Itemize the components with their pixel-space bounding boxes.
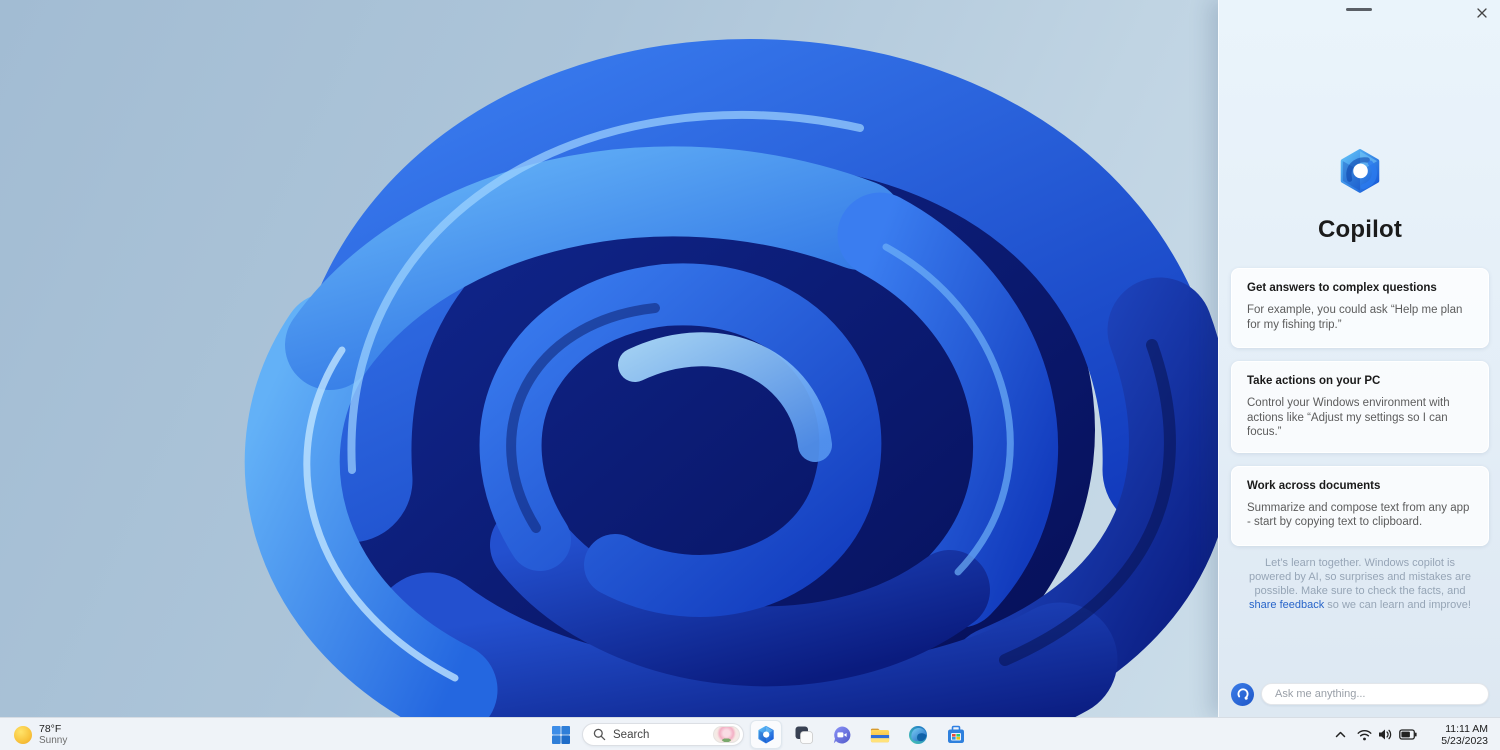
chat-icon [833, 726, 851, 743]
chevron-up-icon [1335, 731, 1345, 738]
card-work-documents[interactable]: Work across documents Summarize and comp… [1231, 465, 1489, 546]
card-body: Summarize and compose text from any app … [1247, 501, 1470, 529]
share-feedback-link[interactable]: share feedback [1249, 599, 1324, 611]
edge-icon [909, 725, 927, 744]
clock-widget[interactable]: 11:11 AM 5/23/2023 [1422, 720, 1496, 749]
card-title: Work across documents [1247, 479, 1381, 492]
copilot-taskbar-icon [758, 725, 774, 743]
task-view-button[interactable] [788, 720, 820, 749]
copilot-branding: Copilot [1219, 145, 1500, 244]
chat-input-row [1231, 682, 1489, 706]
chat-input[interactable] [1261, 683, 1489, 705]
file-explorer-icon [870, 728, 890, 742]
taskbar-center-group: Search [546, 720, 972, 749]
edge-button[interactable] [902, 720, 934, 749]
tray-overflow-button[interactable] [1328, 720, 1352, 749]
chat-button[interactable] [826, 720, 858, 749]
search-box[interactable]: Search [582, 723, 744, 746]
desktop: Copilot Get answers to complex questions… [0, 0, 1500, 750]
copilot-chat-icon [1231, 682, 1254, 706]
taskbar-copilot-button[interactable] [750, 720, 782, 749]
disclaimer-text: Let’s learn together. Windows copilot is… [1244, 556, 1476, 612]
copilot-ring-icon [1237, 688, 1248, 700]
card-title: Take actions on your PC [1247, 375, 1381, 387]
windows-start-icon [552, 725, 570, 744]
copilot-panel: Copilot Get answers to complex questions… [1218, 0, 1500, 717]
volume-icon [1379, 729, 1392, 740]
bloom-wallpaper-art [244, 39, 1218, 717]
taskbar: 78°F Sunny Search 11:11 AM 5/23/2023 [0, 717, 1500, 750]
suggestion-cards: Get answers to complex questions For exa… [1231, 268, 1489, 546]
system-tray: 11:11 AM 5/23/2023 [1328, 720, 1496, 749]
weather-widget[interactable]: 78°F Sunny [6, 720, 75, 749]
panel-drag-handle[interactable] [1346, 8, 1372, 11]
wifi-icon [1357, 729, 1372, 740]
file-explorer-button[interactable] [864, 720, 896, 749]
panel-title: Copilot [1317, 216, 1403, 243]
card-body: Control your Windows environment with ac… [1247, 397, 1450, 438]
battery-icon [1399, 729, 1417, 740]
card-take-actions[interactable]: Take actions on your PC Control your Win… [1231, 361, 1489, 453]
weather-temperature: 78°F [39, 723, 62, 735]
disclaimer-after: so we can learn and improve! [1324, 599, 1471, 611]
disclaimer-before: Let’s learn together. Windows copilot is… [1249, 557, 1471, 597]
search-icon [593, 728, 606, 741]
weather-condition: Sunny [39, 735, 68, 746]
sun-icon [14, 725, 32, 744]
card-get-answers[interactable]: Get answers to complex questions For exa… [1231, 268, 1489, 348]
card-title: Get answers to complex questions [1247, 282, 1437, 294]
tray-time: 11:11 AM [1445, 722, 1488, 735]
search-highlight-image [713, 726, 740, 743]
close-icon [1477, 8, 1487, 18]
store-button[interactable] [940, 720, 972, 749]
card-body: For example, you could ask “Help me plan… [1247, 304, 1463, 331]
copilot-logo-icon [1340, 149, 1380, 193]
search-placeholder: Search [613, 728, 650, 741]
tray-date: 5/23/2023 [1441, 734, 1488, 747]
desktop-wallpaper[interactable] [0, 0, 1218, 717]
start-button[interactable] [546, 720, 576, 749]
task-view-icon [795, 726, 813, 744]
microsoft-store-icon [948, 725, 964, 743]
close-button[interactable] [1473, 4, 1491, 22]
quick-settings-button[interactable] [1354, 720, 1420, 749]
